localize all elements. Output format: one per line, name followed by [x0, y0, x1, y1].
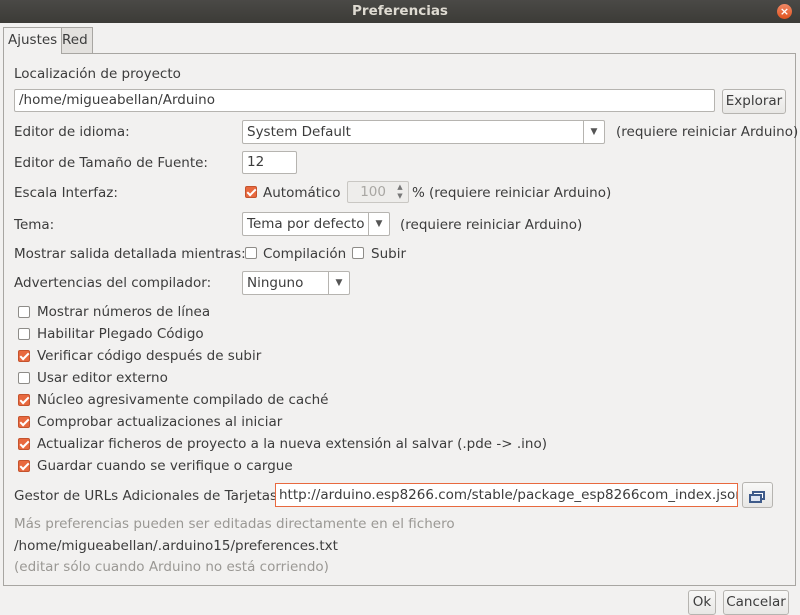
- auto-scale-checkbox[interactable]: [245, 186, 257, 198]
- window-title: Preferencias: [352, 3, 448, 19]
- option-checkbox-code-folding[interactable]: [18, 328, 30, 340]
- verbose-compile-label: Compilación: [263, 246, 347, 262]
- option-checkbox-external-editor[interactable]: [18, 372, 30, 384]
- option-label: Comprobar actualizaciones al iniciar: [37, 414, 283, 430]
- ok-button[interactable]: Ok: [688, 590, 716, 615]
- option-checkbox-line-numbers[interactable]: [18, 306, 30, 318]
- verbose-compile-checkbox[interactable]: [245, 247, 257, 259]
- theme-value: Tema por defecto: [247, 216, 365, 232]
- warnings-value: Ninguno: [247, 275, 304, 291]
- browse-button[interactable]: Explorar: [722, 89, 786, 114]
- option-label: Guardar cuando se verifique o cargue: [37, 458, 293, 474]
- scale-note: (requiere reiniciar Arduino): [429, 185, 612, 201]
- scale-unit: %: [412, 185, 425, 201]
- theme-label: Tema:: [14, 217, 55, 233]
- language-value: System Default: [247, 124, 351, 140]
- theme-select[interactable]: Tema por defecto ▼: [242, 212, 390, 236]
- language-select[interactable]: System Default ▼: [242, 120, 605, 144]
- board-urls-label: Gestor de URLs Adicionales de Tarjetas:: [14, 488, 282, 504]
- chevron-down-icon: ▼: [368, 213, 389, 235]
- auto-scale-label: Automático: [263, 185, 341, 201]
- verbose-upload-checkbox[interactable]: [352, 247, 364, 259]
- option-checkbox-update-extension[interactable]: [18, 438, 30, 450]
- window-titlebar: Preferencias ×: [0, 0, 800, 23]
- chevron-down-icon: ▼: [583, 121, 604, 143]
- verbose-upload-label: Subir: [371, 246, 406, 262]
- option-label: Núcleo agresivamente compilado de caché: [37, 392, 329, 408]
- scale-value: 100: [360, 184, 386, 200]
- warnings-label: Advertencias del compilador:: [14, 275, 212, 291]
- warnings-select[interactable]: Ninguno ▼: [242, 271, 350, 295]
- language-label: Editor de idioma:: [14, 124, 130, 140]
- option-label: Habilitar Plegado Código: [37, 326, 204, 342]
- preferences-note: (editar sólo cuando Arduino no está corr…: [14, 559, 329, 575]
- settings-panel: Localización de proyecto /home/migueabel…: [3, 53, 799, 586]
- option-checkbox-verify-upload[interactable]: [18, 350, 30, 362]
- sketchbook-label: Localización de proyecto: [14, 66, 181, 82]
- tab-ajustes[interactable]: Ajustes: [3, 27, 63, 54]
- board-urls-input[interactable]: http://arduino.esp8266.com/stable/packag…: [275, 483, 738, 507]
- option-label: Mostrar números de línea: [37, 304, 211, 320]
- close-icon[interactable]: ×: [777, 4, 792, 19]
- more-prefs-text: Más preferencias pueden ser editadas dir…: [14, 516, 455, 532]
- scale-spinner[interactable]: 100 ▲ ▼: [347, 181, 409, 203]
- cancel-button[interactable]: Cancelar: [723, 590, 789, 615]
- option-checkbox-check-updates[interactable]: [18, 416, 30, 428]
- option-label: Actualizar ficheros de proyecto a la nue…: [37, 436, 548, 452]
- font-size-input[interactable]: 12: [242, 151, 297, 174]
- option-checkbox-cache-core[interactable]: [18, 394, 30, 406]
- tab-red[interactable]: Red: [57, 27, 93, 53]
- spinner-arrows-icon[interactable]: ▲ ▼: [394, 183, 406, 201]
- sketchbook-path-input[interactable]: /home/migueabellan/Arduino: [14, 89, 715, 112]
- language-note: (requiere reiniciar Arduino): [616, 124, 799, 140]
- window-icon: [749, 494, 762, 503]
- option-label: Usar editor externo: [37, 370, 168, 386]
- chevron-down-icon: ▼: [328, 272, 349, 294]
- option-checkbox-save-on-verify[interactable]: [18, 460, 30, 472]
- interface-scale-label: Escala Interfaz:: [14, 185, 118, 201]
- verbose-label: Mostrar salida detallada mientras:: [14, 246, 246, 262]
- board-urls-edit-button[interactable]: [742, 482, 773, 508]
- theme-note: (requiere reiniciar Arduino): [400, 217, 583, 233]
- font-size-label: Editor de Tamaño de Fuente:: [14, 155, 208, 171]
- preferences-path: /home/migueabellan/.arduino15/preference…: [14, 538, 338, 554]
- option-label: Verificar código después de subir: [37, 348, 262, 364]
